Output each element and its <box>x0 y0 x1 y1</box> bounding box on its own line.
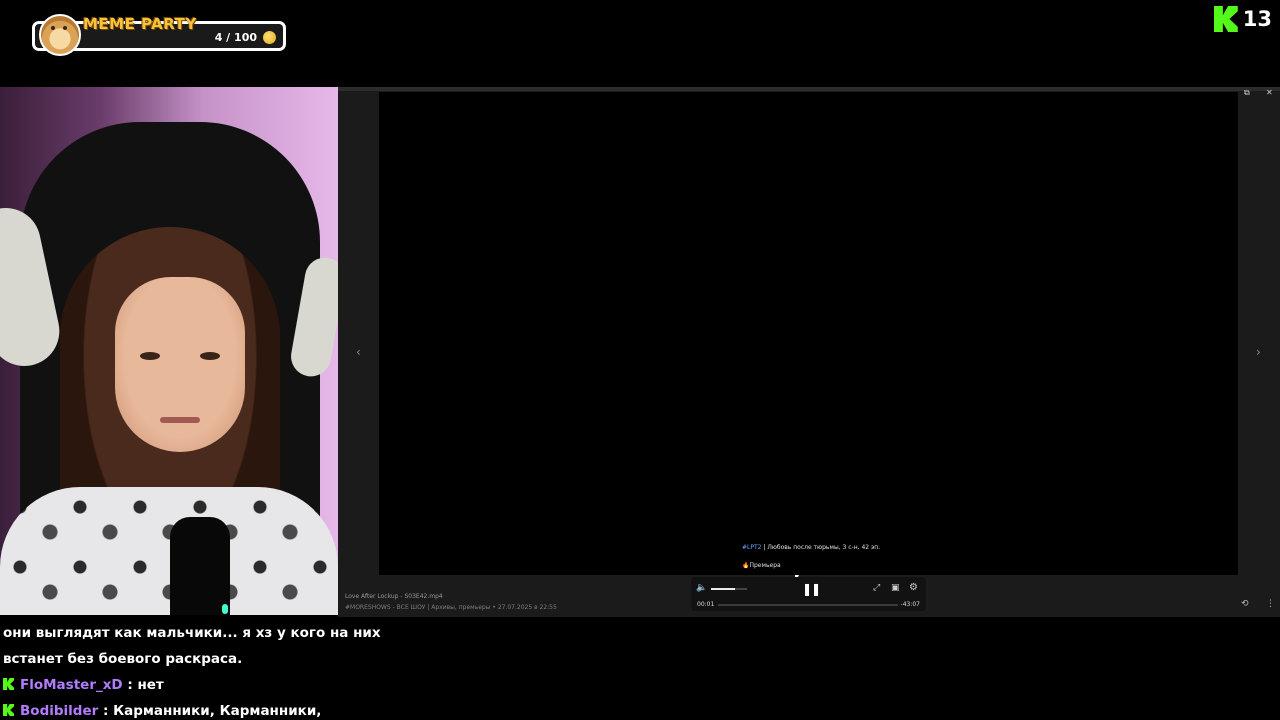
video-area[interactable] <box>379 92 1238 575</box>
chat-message: FloMaster_xD : нет <box>3 672 703 698</box>
chat-text: Карманники, Карманники, <box>113 703 322 719</box>
mic-led <box>222 604 228 614</box>
kick-badge-icon <box>3 678 14 690</box>
chat-separator: : <box>122 677 138 693</box>
prev-media-icon[interactable]: ‹ <box>356 345 361 359</box>
kick-badge-icon <box>3 704 14 716</box>
video-caption: #LPT2 | Любовь после тюрьмы, 3 с-н, 42 э… <box>737 539 880 575</box>
volume-icon[interactable]: 🔈 <box>696 583 707 593</box>
next-media-icon[interactable]: › <box>1256 345 1261 359</box>
webcam-feed <box>0 87 338 615</box>
doge-icon <box>39 14 81 56</box>
seek-bar[interactable] <box>718 604 898 606</box>
coin-icon <box>263 31 276 44</box>
pause-button[interactable]: ❚❚ <box>802 582 821 596</box>
chat-separator: : <box>98 703 114 719</box>
kick-viewer-counter: 13 <box>1213 6 1272 32</box>
kick-logo-icon <box>1213 6 1238 32</box>
player-controls: 🔈 ❚❚ ⤢ ▣ ⚙ 00:01 -43:07 <box>691 577 926 611</box>
remaining-time: -43:07 <box>900 601 920 608</box>
viewer-title-bar <box>338 87 1280 91</box>
meme-party-progress: 4 / 100 <box>214 31 257 44</box>
caption-title: #LPT2 | Любовь после тюрьмы, 3 с-н, 42 э… <box>742 544 880 551</box>
streamer-face <box>115 277 245 452</box>
streamer-eye-right <box>200 352 220 360</box>
microphone <box>170 517 230 615</box>
fullscreen-icon[interactable]: ⤢ <box>873 583 880 593</box>
file-name: Love After Lockup - S03E42.mp4 <box>345 593 443 600</box>
caption-badge-line: 🔥Премьера <box>742 562 781 569</box>
current-time: 00:01 <box>697 601 715 608</box>
chat-username[interactable]: FloMaster_xD <box>20 677 123 693</box>
chat-line: встанет без боевого раскраса. <box>3 651 243 667</box>
rotate-icon[interactable]: ⟲ <box>1241 599 1249 609</box>
chat-line: они выглядят как мальчики... я хз у кого… <box>3 625 381 641</box>
close-button[interactable]: ✕ <box>1266 88 1273 97</box>
chat-overlay: они выглядят как мальчики... я хз у кого… <box>3 620 703 720</box>
picture-in-picture-icon[interactable]: ▣ <box>891 583 900 593</box>
meme-party-badge: MEME PARTY 4 / 100 <box>32 14 286 56</box>
streamer-mouth <box>160 417 200 423</box>
caption-badge: Премьера <box>749 562 781 569</box>
file-meta[interactable]: #MORESHOWS - ВСЕ ШОУ | Архивы, премьеры … <box>345 604 557 611</box>
caption-hashtag[interactable]: #LPT2 <box>742 544 761 551</box>
streamer-shirt <box>0 487 338 615</box>
chat-username[interactable]: Bodibilder <box>20 703 98 719</box>
meme-party-title: MEME PARTY <box>83 15 197 33</box>
settings-gear-icon[interactable]: ⚙ <box>909 582 918 593</box>
restore-button[interactable]: ⧉ <box>1244 88 1250 98</box>
volume-level <box>711 588 736 590</box>
file-info: Love After Lockup - S03E42.mp4 #MORESHOW… <box>345 593 557 611</box>
caption-text: | Любовь после тюрьмы, 3 с-н, 42 эп. <box>761 544 881 551</box>
viewer-count: 13 <box>1242 7 1272 31</box>
stream-frame: MEME PARTY 4 / 100 13 – ⧉ ✕ ‹ › #LPT2 | … <box>0 0 1280 720</box>
media-viewer-window: – ⧉ ✕ ‹ › #LPT2 | Любовь после тюрьмы, 3… <box>338 87 1280 617</box>
more-options-icon[interactable]: ⋮ <box>1266 599 1275 609</box>
streamer-eye-left <box>140 352 160 360</box>
chat-message: Bodibilder : Карманники, Карманники, <box>3 698 703 720</box>
chat-text: нет <box>137 677 164 693</box>
